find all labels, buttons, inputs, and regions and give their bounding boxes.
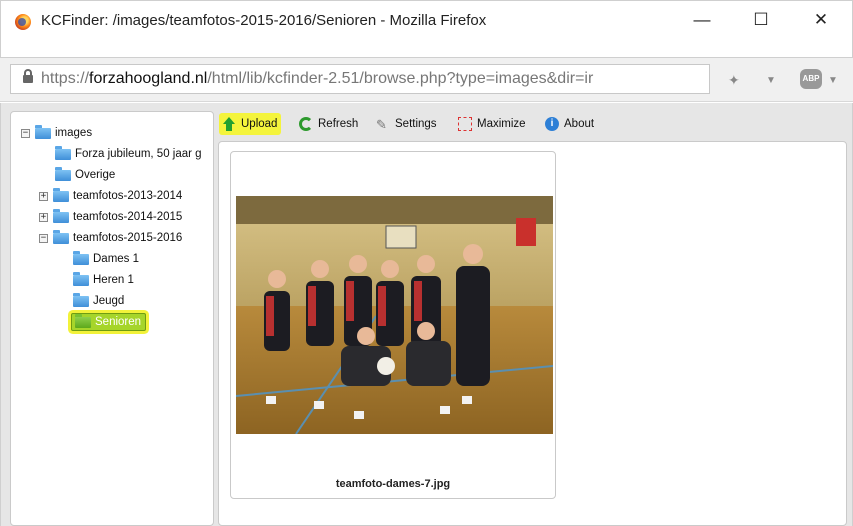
url-field[interactable]: https://forzahoogland.nl/html/lib/kcfind… <box>10 64 710 94</box>
collapse-icon[interactable]: − <box>39 233 48 243</box>
files-panel: teamfoto-dames-7.jpg <box>218 141 847 526</box>
folder-icon <box>73 292 89 307</box>
url-text[interactable]: https://forzahoogland.nl/html/lib/kcfind… <box>41 70 701 88</box>
tree-node-label: Heren 1 <box>93 274 134 286</box>
folder-icon <box>73 250 89 265</box>
team-photo-image <box>236 196 553 434</box>
maximize-tool-button[interactable]: Maximize <box>458 113 526 135</box>
refresh-button[interactable]: Refresh <box>299 113 358 135</box>
close-button[interactable]: ✕ <box>801 7 841 33</box>
upload-button[interactable]: Upload <box>219 113 282 135</box>
lock-icon[interactable] <box>23 69 33 83</box>
folder-icon <box>35 124 51 139</box>
settings-label: Settings <box>395 118 437 130</box>
tree-node-label: teamfotos-2013-2014 <box>73 190 183 202</box>
firefox-icon <box>15 14 31 30</box>
tree-node-jeugd[interactable]: Jeugd <box>73 292 124 310</box>
upload-label: Upload <box>241 118 278 130</box>
folder-icon <box>55 145 71 160</box>
collapse-icon[interactable]: − <box>21 128 30 138</box>
wrench-icon: ✎ <box>376 117 387 132</box>
tree-node-overige[interactable]: Overige <box>55 166 115 184</box>
tree-node-label: Senioren <box>95 316 142 328</box>
tree-node-label: images <box>55 127 93 139</box>
tree-node-senioren[interactable]: Senioren <box>71 313 147 331</box>
dropdown-icon[interactable]: ▼ <box>766 75 776 86</box>
address-bar-row: https://forzahoogland.nl/html/lib/kcfind… <box>0 58 853 102</box>
refresh-label: Refresh <box>318 118 359 130</box>
folder-icon <box>53 229 69 244</box>
tree-node-label: teamfotos-2015-2016 <box>73 232 183 244</box>
expand-icon[interactable]: + <box>39 191 48 201</box>
tree-node-teamfotos-2013-2014[interactable]: + teamfotos-2013-2014 <box>39 187 182 205</box>
minimize-button[interactable]: — <box>682 7 722 33</box>
folder-tree: − images Forza jubileum, 50 jaar g Overi… <box>10 111 214 526</box>
tree-node-forza-jubileum[interactable]: Forza jubileum, 50 jaar g <box>55 145 202 163</box>
adblock-icon[interactable]: ABP <box>800 69 822 89</box>
upload-icon <box>222 117 236 131</box>
maximize-label: Maximize <box>477 118 526 130</box>
tree-node-teamfotos-2015-2016[interactable]: − teamfotos-2015-2016 <box>39 229 182 247</box>
folder-icon <box>55 166 71 181</box>
folder-icon <box>53 187 69 202</box>
folder-icon <box>73 271 89 286</box>
adblock-dropdown-icon[interactable]: ▼ <box>828 75 838 86</box>
window-titlebar: KCFinder: /images/teamfotos-2015-2016/Se… <box>0 0 853 58</box>
refresh-icon <box>299 117 313 131</box>
tree-node-label: Jeugd <box>93 295 125 307</box>
tree-node-teamfotos-2014-2015[interactable]: + teamfotos-2014-2015 <box>39 208 182 226</box>
kcfinder-app: − images Forza jubileum, 50 jaar g Overi… <box>0 103 853 526</box>
extension-icon[interactable]: ✦ <box>728 72 740 89</box>
tree-node-images[interactable]: − images <box>21 124 92 142</box>
tree-node-dames-1[interactable]: Dames 1 <box>73 250 139 268</box>
maximize-button[interactable]: ☐ <box>741 7 781 33</box>
about-button[interactable]: i About <box>545 113 594 135</box>
about-label: About <box>564 118 595 130</box>
settings-button[interactable]: ✎ Settings <box>376 113 437 135</box>
folder-icon <box>75 313 91 328</box>
expand-icon[interactable]: + <box>39 212 48 222</box>
tree-node-label: Dames 1 <box>93 253 140 265</box>
tree-node-heren-1[interactable]: Heren 1 <box>73 271 134 289</box>
tree-node-label: teamfotos-2014-2015 <box>73 211 183 223</box>
folder-icon <box>53 208 69 223</box>
file-name-label: teamfoto-dames-7.jpg <box>335 478 451 490</box>
window-title: KCFinder: /images/teamfotos-2015-2016/Se… <box>41 12 487 29</box>
file-item[interactable]: teamfoto-dames-7.jpg <box>230 151 556 499</box>
info-icon: i <box>545 117 559 131</box>
maximize-icon <box>458 117 472 131</box>
file-thumbnail[interactable] <box>236 196 553 434</box>
tree-node-label: Overige <box>75 169 116 181</box>
tree-node-label: Forza jubileum, 50 jaar g <box>75 148 202 160</box>
